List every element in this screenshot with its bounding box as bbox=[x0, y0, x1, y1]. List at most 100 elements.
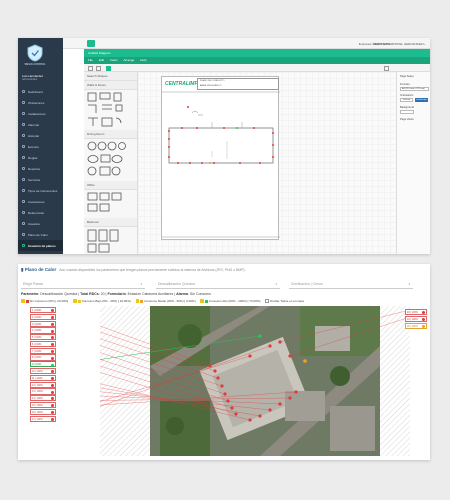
sensor-tag[interactable]: 11 | 100% bbox=[30, 374, 56, 381]
diagram-title: Untitled Diagram bbox=[84, 49, 430, 57]
sensor-markers bbox=[168, 106, 274, 164]
sensor-tag[interactable]: 14 | 100% bbox=[30, 395, 56, 402]
sidebar-item-ubicaciones[interactable]: Ubicaciones bbox=[18, 97, 63, 108]
legend-item[interactable]: Sin Consumo (0%) [ 20.00%] bbox=[21, 299, 68, 303]
menu-arrange[interactable]: Arrange bbox=[124, 57, 135, 64]
menu-edit[interactable]: Edit bbox=[99, 57, 104, 64]
sensor-tag[interactable]: 20 | 100% bbox=[405, 322, 427, 329]
editor-toolbar bbox=[84, 64, 430, 72]
sensor-tag[interactable]: 1 | 100% bbox=[30, 307, 56, 314]
section-dining-room[interactable]: Dining Room bbox=[84, 130, 137, 139]
sensor-tag-label: 3 | 100% bbox=[32, 322, 42, 326]
menu-item-icon bbox=[22, 167, 25, 170]
sensor-tag-label: 7 | 100% bbox=[32, 349, 42, 353]
section-search-shapes[interactable]: Search Shapes bbox=[84, 72, 137, 81]
sidebar-item-eventos[interactable]: Eventos bbox=[18, 141, 63, 152]
sidebar-item-historial[interactable]: Historial bbox=[18, 130, 63, 141]
menu-help[interactable]: Help bbox=[140, 57, 146, 64]
sensor-tag[interactable]: 17 | 100% bbox=[30, 415, 56, 422]
sensor-tag[interactable]: 15 | 100% bbox=[30, 401, 56, 409]
sensor-tag[interactable]: 8 | 100% bbox=[30, 354, 56, 361]
sidebar-item-anotaciones[interactable]: Anotaciones bbox=[18, 196, 63, 207]
menu-insert[interactable]: Insert bbox=[110, 57, 118, 64]
paper-format-select[interactable]: A4 (210 mm x 297 mm) bbox=[400, 87, 429, 91]
sidebar-item-servicios[interactable]: Servicios bbox=[18, 174, 63, 185]
dining-shapes-icon[interactable] bbox=[84, 139, 138, 181]
sidebar-item-reglas[interactable]: Reglas bbox=[18, 152, 63, 163]
chevron-down-icon: ▾ bbox=[140, 282, 142, 286]
legend-swatch bbox=[25, 299, 29, 303]
hide-labels-checkbox[interactable] bbox=[265, 299, 269, 303]
sensor-tag[interactable]: 16 | 100% bbox=[30, 408, 56, 415]
sidebar-item-label: Dashboard bbox=[28, 89, 43, 94]
legend-item[interactable]: Consumo Alto (60% - 100%) [ 70.00%] bbox=[200, 299, 260, 303]
sensor-tag[interactable]: 7 | 100% bbox=[30, 347, 56, 354]
sensor-tag[interactable]: 3 | 100% bbox=[30, 320, 56, 327]
sensor-tag-label: 6 | 100% bbox=[32, 342, 42, 346]
zoom-icon[interactable] bbox=[106, 65, 111, 71]
sidebar-item-label: Reglas bbox=[28, 155, 38, 160]
legend-checkbox[interactable] bbox=[135, 299, 140, 303]
section-bedroom[interactable]: Bedroom bbox=[84, 218, 137, 227]
legend-checkbox[interactable] bbox=[73, 299, 77, 303]
section-office[interactable]: Office bbox=[84, 181, 137, 190]
sidebar-item-dashboard[interactable]: Dashboard bbox=[18, 86, 63, 97]
portrait-button[interactable]: Portrait bbox=[400, 98, 413, 102]
sensor-tag-label: 16 | 100% bbox=[32, 410, 43, 414]
legend-checkbox[interactable] bbox=[200, 299, 204, 303]
sensor-tag[interactable]: 18 | 100% bbox=[405, 309, 427, 316]
sidebar-item-reportes[interactable]: Reportes bbox=[18, 163, 63, 174]
sidebar-item-instalaciones[interactable]: Instalaciones bbox=[18, 108, 63, 119]
menu-toggle-button[interactable] bbox=[87, 40, 95, 47]
user-menu[interactable]: DEMO ENTERPRISE: HERNANDEZ L. bbox=[373, 42, 426, 46]
redo-icon[interactable] bbox=[96, 65, 101, 71]
sidebar-item-creaci-n-de-planos[interactable]: Creación de planos bbox=[18, 240, 63, 251]
sensor-tag[interactable]: 5 | 100% bbox=[30, 334, 56, 341]
legend-item[interactable]: Consumo Medio (30% - 60%) [ 0.00%] bbox=[135, 299, 195, 303]
sensor-tag[interactable]: 4 | 100% bbox=[30, 327, 56, 334]
sensor-tag[interactable]: 2 | 100% bbox=[30, 313, 56, 320]
legend-checkbox[interactable] bbox=[21, 299, 25, 303]
legend-swatch bbox=[77, 299, 81, 303]
sensor-tag[interactable]: 12 | 100% bbox=[30, 381, 56, 388]
status-dot-icon bbox=[51, 316, 54, 320]
undo-icon[interactable] bbox=[88, 65, 93, 71]
editor-menubar: File Edit Insert Arrange Help bbox=[84, 57, 430, 64]
sidebar-item-label: Tipos de instrumentos bbox=[28, 188, 58, 193]
sidebar-item-referencias[interactable]: Referencias bbox=[18, 207, 63, 218]
sidebar-item-tipos-de-instrumentos[interactable]: Tipos de instrumentos bbox=[18, 185, 63, 196]
top-bar: Empresa: DEMO/SMIG DEMO ENTERPRISE: HERN… bbox=[63, 38, 430, 49]
format-panel-icon[interactable] bbox=[384, 65, 389, 71]
zone-select[interactable]: Zonificación | Clerón ▾ bbox=[289, 280, 413, 289]
sensor-tag[interactable]: 13 | 100% bbox=[30, 388, 56, 395]
office-shapes-icon[interactable] bbox=[84, 190, 138, 218]
parameter-select[interactable]: Descalibración Química ▾ bbox=[156, 280, 280, 289]
sidebar-item-plano-de-calor[interactable]: Plano de Calor bbox=[18, 229, 63, 240]
page-views-label[interactable]: Page Views bbox=[400, 118, 414, 121]
floorplan-drawing[interactable] bbox=[162, 77, 280, 241]
plant-select[interactable]: Elegir Planta ▾ bbox=[21, 280, 145, 289]
sensor-tag[interactable]: 9 | 100% bbox=[30, 361, 56, 368]
sensor-tag[interactable]: 10 | 100% bbox=[30, 368, 56, 375]
menu-item-icon bbox=[22, 178, 25, 181]
drawing-canvas[interactable]: CENTRALIMP PLANO DE CONDUCTO AREA: FRIGO… bbox=[138, 72, 396, 254]
sidebar-item-alarmas[interactable]: Alarmas bbox=[18, 119, 63, 130]
menu-file[interactable]: File bbox=[88, 57, 93, 64]
sidebar-item-usuarios[interactable]: Usuarios bbox=[18, 218, 63, 229]
background-select[interactable] bbox=[400, 110, 414, 114]
sidebar-item-label: Reportes bbox=[28, 166, 41, 171]
sensor-tag[interactable]: 6 | 100% bbox=[30, 340, 56, 348]
sensor-tag[interactable]: 19 | 100% bbox=[405, 315, 427, 322]
landscape-button[interactable]: Landscape bbox=[415, 98, 428, 102]
drawing-page[interactable]: CENTRALIMP PLANO DE CONDUCTO AREA: FRIGO… bbox=[161, 76, 280, 241]
sidebar-item-label: Plano de Calor bbox=[28, 232, 48, 237]
section-walls-doors[interactable]: Walls & Doors bbox=[84, 81, 137, 90]
walls-shapes-icon[interactable] bbox=[84, 90, 138, 130]
legend-item[interactable]: Consumo Bajo (0% - 30%) [ 10.00%] bbox=[73, 299, 131, 303]
sidebar-item-label: Instalaciones bbox=[28, 111, 46, 116]
aerial-map[interactable] bbox=[100, 306, 410, 456]
status-value: Sin Consumo bbox=[189, 292, 211, 296]
bedroom-shapes-icon[interactable] bbox=[84, 227, 138, 254]
legend-swatch bbox=[140, 299, 144, 303]
hide-labels-toggle[interactable]: Ocultar Todos en el mapa bbox=[265, 299, 304, 303]
